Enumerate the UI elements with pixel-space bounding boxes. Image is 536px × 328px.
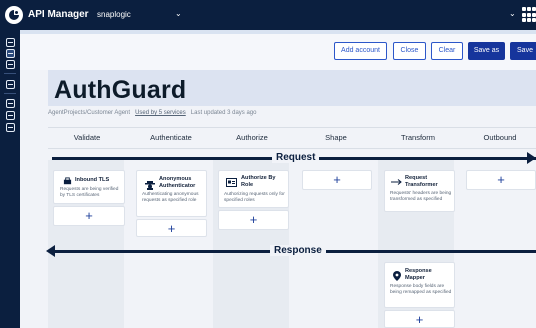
policy-nav-icon[interactable]: [6, 60, 15, 69]
request-label: Request: [272, 152, 320, 163]
file-nav-icon[interactable]: [6, 123, 15, 132]
card-title-line-1: Authorize By: [241, 175, 276, 181]
request-transformer-card[interactable]: Request Transformer Requests' headers ar…: [384, 170, 455, 212]
authorize-by-role-card[interactable]: Authorize By Role Authorizing requests o…: [218, 170, 289, 208]
stage-shape: Shape: [325, 133, 347, 142]
add-outbound-policy-button[interactable]: +: [466, 170, 536, 190]
asset-nav-icon[interactable]: [6, 80, 15, 89]
card-title-line-2: Authenticator: [159, 183, 196, 189]
arrow-left-icon: [46, 245, 55, 257]
card-description: Response body fields are being remapped …: [390, 284, 452, 295]
response-mapper-card[interactable]: Response Mapper Response body fields are…: [384, 262, 455, 308]
response-label: Response: [270, 245, 326, 256]
card-title-line-2: Role: [241, 182, 254, 188]
card-title-line-2: Transformer: [405, 182, 438, 188]
save-button[interactable]: Save: [510, 42, 536, 60]
chevron-down-icon[interactable]: ⌄: [175, 9, 182, 18]
card-title-line-1: Anonymous: [159, 176, 192, 182]
toolbar-accent-line: [20, 30, 536, 34]
close-button[interactable]: Close: [393, 42, 426, 60]
card-description: Requests are being verified by TLS certi…: [60, 187, 119, 198]
top-bar: API Manager snaplogic ⌄ ⌄: [0, 0, 536, 30]
stage-divider: [48, 127, 536, 128]
card-title-line-1: Request: [405, 175, 428, 181]
card-title-line-2: Mapper: [405, 275, 425, 281]
add-response-transform-policy-button[interactable]: +: [384, 310, 455, 328]
add-account-button[interactable]: Add account: [334, 42, 387, 60]
file-nav-icon[interactable]: [6, 111, 15, 120]
used-by-link[interactable]: Used by 5 services: [135, 110, 186, 116]
map-pin-icon: [393, 271, 401, 281]
tls-icon: [63, 177, 72, 185]
page-meta: AgentProjects/Customer Agent Used by 5 s…: [48, 110, 256, 116]
arrow-right-icon: [527, 152, 536, 164]
snaplogic-logo-icon[interactable]: [5, 6, 23, 24]
anonymous-icon: [145, 181, 155, 190]
stage-divider: [48, 148, 536, 149]
add-authenticate-policy-button[interactable]: +: [136, 219, 207, 237]
nav-divider: [4, 73, 16, 74]
card-title-line-1: Response: [405, 268, 432, 274]
stage-transform: Transform: [401, 133, 435, 142]
card-description: Authorizing requests only for specified …: [224, 192, 285, 203]
stage-outbound: Outbound: [483, 133, 517, 142]
add-shape-policy-button[interactable]: +: [302, 170, 372, 190]
arrow-transform-icon: [391, 179, 402, 185]
add-authorize-policy-button[interactable]: +: [218, 210, 289, 230]
last-updated: Last updated 3 days ago: [190, 110, 257, 116]
app-launcher-grid-icon[interactable]: [522, 7, 536, 23]
stage-authorize: Authorize: [236, 133, 268, 142]
api-nav-icon[interactable]: [6, 49, 15, 58]
anonymous-authenticator-card[interactable]: Anonymous Authenticator Authenticating a…: [136, 170, 207, 217]
card-description: Requests' headers are being transformed …: [390, 191, 452, 202]
stage-validate: Validate: [73, 133, 101, 142]
file-nav-icon[interactable]: [6, 99, 15, 108]
clear-button[interactable]: Clear: [431, 42, 463, 60]
save-as-button[interactable]: Save as: [468, 42, 505, 60]
document-nav-icon[interactable]: [6, 38, 15, 47]
id-card-icon: [226, 178, 237, 187]
add-validate-policy-button[interactable]: +: [53, 206, 125, 226]
stage-authenticate: Authenticate: [150, 133, 192, 142]
side-navigation: [0, 30, 20, 328]
org-selector[interactable]: snaplogic: [97, 10, 131, 19]
chevron-down-icon[interactable]: ⌄: [509, 9, 516, 18]
nav-divider: [4, 93, 16, 94]
card-title: Inbound TLS: [75, 177, 110, 183]
card-description: Authenticating anonymous requests as spe…: [142, 192, 199, 203]
page-title: AuthGuard: [54, 76, 187, 104]
project-path: AgentProjects/Customer Agent: [48, 110, 131, 116]
inbound-tls-card[interactable]: Inbound TLS Requests are being verified …: [53, 170, 125, 204]
app-title: API Manager: [28, 9, 89, 20]
